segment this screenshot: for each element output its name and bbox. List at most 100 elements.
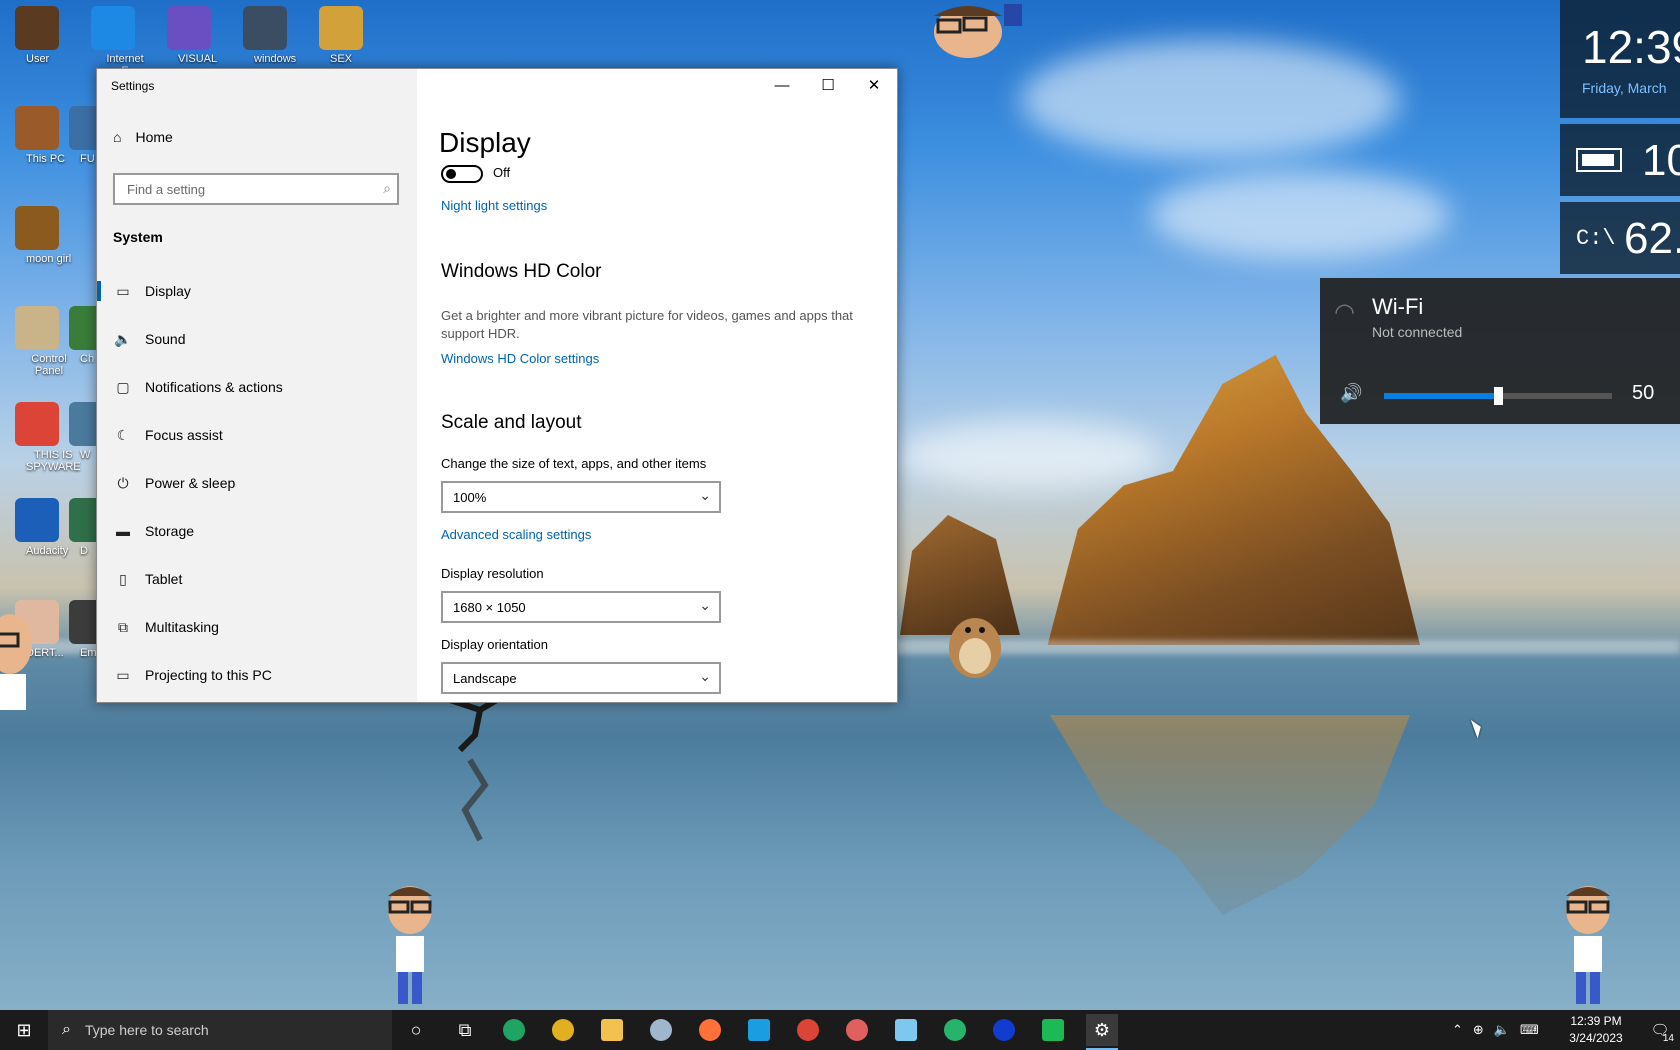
taskbar-search[interactable]: ⌕ xyxy=(48,1010,392,1050)
hd-color-settings-link[interactable]: Windows HD Color settings xyxy=(441,351,599,366)
nav-home[interactable]: ⌂ Home xyxy=(113,129,173,145)
keyboard-icon[interactable]: ⌨ xyxy=(1520,1022,1539,1038)
taskbar-clock[interactable]: 12:39 PM 3/24/2023 xyxy=(1555,1013,1637,1047)
action-center-button[interactable]: 🗨 14 xyxy=(1640,1010,1680,1050)
taskbar-droplet-button[interactable] xyxy=(890,1014,922,1046)
hd-color-heading: Windows HD Color xyxy=(441,261,602,282)
taskbar-file-explorer-button[interactable] xyxy=(596,1014,628,1046)
wifi-icon: ◠ xyxy=(1334,299,1355,326)
chevron-up-icon[interactable]: ⌃ xyxy=(1452,1022,1463,1038)
storage-icon: ▬ xyxy=(116,523,130,539)
volume-thumb[interactable] xyxy=(1494,387,1503,405)
desktop-app-icon xyxy=(319,6,363,50)
clock-widget: 12:39 Friday, March xyxy=(1560,0,1680,118)
nav-item-display[interactable]: ▭ Display xyxy=(97,271,417,311)
edge-icon-2 xyxy=(944,1019,966,1041)
nav-item-label: Projecting to this PC xyxy=(145,667,272,683)
taskbar-firefox-button[interactable] xyxy=(694,1014,726,1046)
chevron-down-icon: ⌄ xyxy=(699,487,711,503)
nav-item-label: Sound xyxy=(145,331,186,347)
nav-item-storage[interactable]: ▬ Storage xyxy=(97,511,417,551)
volume-slider[interactable] xyxy=(1384,387,1612,405)
resolution-dropdown[interactable]: 1680 × 1050 ⌄ xyxy=(441,591,721,623)
network-volume-flyout: ◠ Wi-Fi Not connected 🔊 50 xyxy=(1320,278,1680,424)
orientation-dropdown[interactable]: Landscape ⌄ xyxy=(441,662,721,694)
wallpaper-reflection xyxy=(1050,715,1410,915)
chevron-down-icon: ⌄ xyxy=(699,668,711,684)
desktop-icon[interactable]: Internet E xyxy=(78,6,148,77)
nav-item-notifications[interactable]: ▢ Notifications & actions xyxy=(97,367,417,407)
nav-item-label: Multitasking xyxy=(145,619,219,635)
taskbar: ⊞ ⌕ ⌃ ⊕ 🔈 ⌨ 12:39 PM 3/24/2023 🗨 14 ○ ⧉ ⚙ xyxy=(0,1010,1680,1050)
taskbar-chrome-button[interactable] xyxy=(547,1014,579,1046)
night-light-state: Off xyxy=(493,165,511,180)
window-title: Settings xyxy=(111,79,155,93)
battery-icon xyxy=(1576,148,1622,172)
nav-section-title: System xyxy=(113,229,163,245)
chrome-icon-3 xyxy=(846,1019,868,1041)
desktop-icon[interactable]: windows xyxy=(230,6,300,65)
taskbar-date: 3/24/2023 xyxy=(1569,1031,1623,1045)
find-setting-input[interactable] xyxy=(125,175,369,203)
volume-muted-icon[interactable]: 🔈 xyxy=(1494,1022,1510,1038)
nav-item-multitasking[interactable]: ⧉ Multitasking xyxy=(97,607,417,647)
volume-fill xyxy=(1384,393,1498,399)
night-light-toggle[interactable] xyxy=(441,165,483,183)
find-setting-search[interactable]: ⌕ xyxy=(113,173,399,205)
battery-value: 10 xyxy=(1642,136,1680,185)
taskbar-cortana-button[interactable]: ○ xyxy=(400,1014,432,1046)
taskbar-chrome-2-button[interactable] xyxy=(792,1014,824,1046)
desktop-icon-label: VISUAL xyxy=(178,53,218,65)
scale-dropdown[interactable]: 100% ⌄ xyxy=(441,481,721,513)
desktop-icon-label: Ch xyxy=(80,353,95,365)
firefox-icon xyxy=(699,1019,721,1041)
disney-plus-icon xyxy=(993,1019,1015,1041)
toggle-knob xyxy=(446,169,456,179)
advanced-scaling-link[interactable]: Advanced scaling settings xyxy=(441,527,591,542)
speaker-icon[interactable]: 🔊 xyxy=(1340,383,1362,404)
desktop-icon-label: THIS IS SPYWARE xyxy=(26,449,81,473)
desktop-app-icon xyxy=(15,6,59,50)
network-globe-icon[interactable]: ⊕ xyxy=(1473,1022,1484,1038)
desktop-icon[interactable]: User xyxy=(2,6,72,65)
taskbar-task-view-button[interactable]: ⧉ xyxy=(449,1014,481,1046)
taskbar-disney-plus-button[interactable] xyxy=(988,1014,1020,1046)
power-sleep-icon: ⏻ xyxy=(117,474,129,491)
night-light-settings-link[interactable]: Night light settings xyxy=(441,198,547,213)
taskbar-sheets-button[interactable] xyxy=(498,1014,530,1046)
scale-value: 100% xyxy=(453,489,487,505)
multitasking-icon: ⧉ xyxy=(118,618,128,635)
search-icon: ⌕ xyxy=(383,180,391,196)
mouse-cursor xyxy=(1470,717,1485,739)
volume-value: 50 xyxy=(1632,382,1655,404)
desktop-icon[interactable]: moon girl xyxy=(2,206,72,265)
system-tray: ⌃ ⊕ 🔈 ⌨ xyxy=(1452,1010,1539,1050)
wifi-name[interactable]: Wi-Fi xyxy=(1372,294,1423,320)
nav-item-tablet[interactable]: ▯ Tablet xyxy=(97,559,417,599)
clock-date: Friday, March xyxy=(1582,80,1667,96)
scale-label: Change the size of text, apps, and other… xyxy=(441,456,707,471)
desktop-icon-label: Em xyxy=(80,647,97,659)
desktop-icon-label: D xyxy=(80,545,88,557)
nav-item-power-sleep[interactable]: ⏻ Power & sleep xyxy=(97,463,417,503)
desktop: User Internet E VISUAL windows SEX This PC FU m… xyxy=(0,0,1680,1050)
taskbar-edge-button[interactable] xyxy=(743,1014,775,1046)
nav-item-projecting[interactable]: ▭ Projecting to this PC xyxy=(97,655,417,695)
taskbar-spotify-button[interactable] xyxy=(1037,1014,1069,1046)
taskbar-edge-2-button[interactable] xyxy=(939,1014,971,1046)
nav-item-label: Display xyxy=(145,283,191,299)
cartoon-sticker-bottom-right xyxy=(1566,886,1610,1004)
desktop-icon[interactable]: VISUAL xyxy=(154,6,224,65)
nav-item-focus-assist[interactable]: ☾ Focus assist xyxy=(97,415,417,455)
notification-count: 14 xyxy=(1662,1033,1674,1044)
taskbar-chrome-3-button[interactable] xyxy=(841,1014,873,1046)
start-button[interactable]: ⊞ xyxy=(0,1010,48,1050)
desktop-icon-label: moon girl xyxy=(26,253,72,265)
taskbar-settings-button[interactable]: ⚙ xyxy=(1086,1014,1118,1050)
wallpaper-cloud xyxy=(1150,170,1450,260)
taskbar-search-input[interactable] xyxy=(82,1021,367,1039)
nav-item-sound[interactable]: 🔈 Sound xyxy=(97,319,417,359)
desktop-icon[interactable]: SEX xyxy=(306,6,376,65)
taskbar-virtualbox-button[interactable] xyxy=(645,1014,677,1046)
desktop-icon-label: W xyxy=(80,449,91,461)
